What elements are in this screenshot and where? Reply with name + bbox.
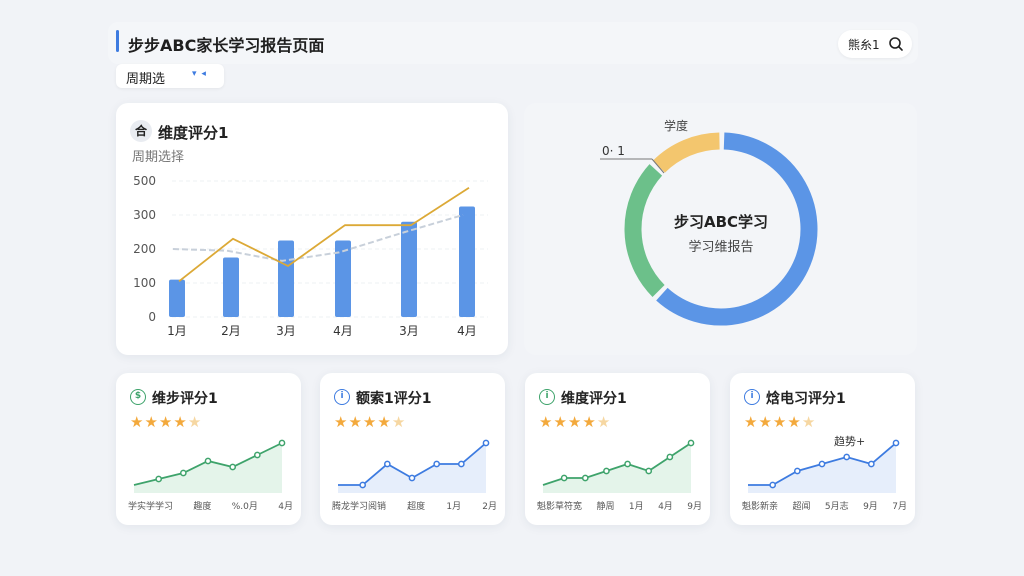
sparkline-axis: 魁影草符宽 静周 1月 4月 9月	[537, 499, 702, 512]
axis-label: 魁影新亲	[742, 502, 779, 512]
axis-label: 趣度	[193, 502, 212, 512]
title-accent-bar	[116, 30, 119, 52]
top-bar: 步步ABC家长学习报告页面 熊糸1	[108, 22, 918, 64]
axis-label: 2月	[482, 502, 497, 512]
sparkline-point	[229, 463, 237, 471]
bar	[278, 240, 294, 317]
sparkline-point	[687, 439, 695, 447]
x-tick-label: 1月	[167, 324, 187, 338]
search-icon[interactable]	[888, 36, 904, 52]
bar	[223, 257, 239, 317]
dimension-score-card: 合 维度评分1 周期选择 500 300 200 100 0 1月 2月 3月 4月 3月 4月	[116, 103, 508, 355]
axis-label: 腾龙学习阅销	[332, 502, 387, 512]
sparkline-point	[581, 474, 589, 482]
trend-line-gray	[172, 214, 464, 262]
sparkline-point	[253, 451, 261, 459]
sparkline-point	[408, 474, 416, 482]
donut-center-subtitle: 学习维报告	[688, 239, 753, 255]
sparkline-point	[560, 474, 568, 482]
axis-label: %.0月	[231, 502, 258, 512]
axis-label: 9月	[863, 502, 878, 512]
sparkline-point	[603, 467, 610, 475]
user-label: 熊糸1	[848, 38, 880, 52]
y-tick-label: 200	[133, 242, 156, 256]
sparkline-point	[433, 460, 441, 468]
sparkline-point	[155, 475, 163, 483]
x-tick-label: 2月	[221, 324, 241, 338]
y-tick-label: 100	[133, 276, 156, 290]
sparkline-point	[892, 439, 900, 447]
axis-label: 1月	[628, 502, 644, 512]
sparkline-point	[666, 453, 674, 461]
bar	[459, 206, 475, 317]
mini-score-card-3[interactable]: i 维度评分1 ★★★★★ 魁影草符宽 静周 1月 4月 9月	[525, 373, 710, 525]
axis-label: 4月	[278, 502, 293, 512]
x-tick-label: 3月	[276, 324, 296, 338]
sparkline-point	[793, 467, 801, 475]
x-tick-label: 4月	[457, 324, 477, 338]
donut-top-label: 学度	[664, 118, 688, 133]
mini-score-card-2[interactable]: i 额索1评分1 ★★★★★ 腾龙学习阅销 超度 1月 2月	[320, 373, 505, 525]
sparkline-area	[134, 443, 282, 493]
user-menu-button[interactable]: 熊糸1	[838, 30, 912, 58]
sparkline-point	[645, 467, 653, 475]
axis-label: 学实学学习	[128, 502, 174, 512]
trend-line-gold	[178, 187, 470, 283]
donut-left-label: 0· 1	[602, 144, 625, 158]
sparkline-point	[383, 460, 391, 468]
sparkline-point	[179, 469, 187, 477]
sparkline-axis: 魁影新亲 超闻 5月志 9月 7月	[742, 499, 907, 512]
donut-slice	[624, 164, 665, 297]
period-select-label: 周期选	[126, 72, 166, 87]
sparkline-point	[818, 460, 826, 468]
axis-label: 超闻	[792, 502, 811, 512]
sparkline-point	[867, 460, 875, 468]
sparkline-point	[482, 439, 490, 447]
sparkline-point	[359, 481, 367, 489]
donut-center-title: 步习ABC学习	[674, 213, 768, 231]
axis-label: 5月志	[824, 502, 849, 512]
donut-chart: 步习ABC学习学习维报告 学度 0· 1	[600, 118, 818, 326]
sparkline-point	[843, 453, 851, 461]
axis-label: 4月	[658, 502, 673, 512]
y-tick-label: 0	[148, 310, 156, 324]
y-tick-label: 500	[133, 174, 156, 188]
bar	[169, 279, 185, 317]
mini-score-card-4[interactable]: i 焓电习评分1 ★★★★★ 趋势+ 魁影新亲 超闻 5月志 9月 7月	[730, 373, 915, 525]
x-tick-label: 3月	[399, 324, 419, 338]
donut-slice	[653, 132, 720, 173]
sparkline-point	[278, 439, 286, 447]
sparkline-axis: 学实学学习 趣度 %.0月 4月	[128, 499, 293, 512]
bar	[401, 221, 417, 317]
sparkline-axis: 腾龙学习阅销 超度 1月 2月	[332, 499, 497, 512]
mini-score-card-1[interactable]: $ 维步评分1 ★★★★★ 学实学学习 趣度 %.0月 4月	[116, 373, 301, 525]
period-select[interactable]: 周期选 ▾ ◂	[116, 64, 224, 88]
axis-label: 1月	[446, 502, 462, 512]
bar-line-chart: 500 300 200 100 0 1月 2月 3月 4月 3月 4月	[133, 174, 488, 338]
axis-label: 魁影草符宽	[537, 502, 583, 512]
donut-card: 步习ABC学习 学习维报告 学度 0· 1	[524, 103, 917, 355]
y-tick-label: 300	[133, 208, 156, 222]
sparkline-point	[204, 457, 212, 465]
axis-label: 超度	[407, 502, 426, 512]
sparkline-point	[624, 460, 631, 468]
x-tick-label: 4月	[333, 324, 353, 338]
page-title: 步步ABC家长学习报告页面	[128, 36, 325, 55]
sparkline-point	[457, 460, 465, 468]
axis-label: 7月	[892, 502, 907, 512]
axis-label: 9月	[687, 502, 702, 512]
axis-label: 静周	[596, 502, 615, 512]
sparkline-point	[769, 481, 777, 489]
chevron-down-icon: ▾ ◂	[192, 69, 207, 79]
